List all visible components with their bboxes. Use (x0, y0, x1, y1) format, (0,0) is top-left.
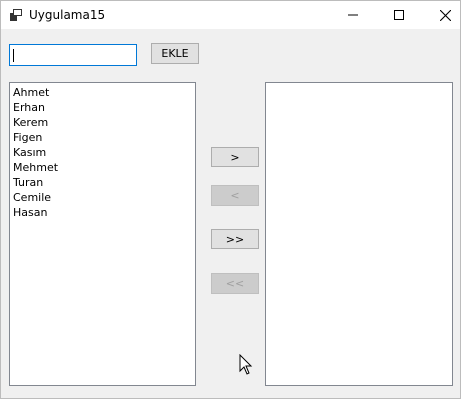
move-left-button[interactable]: < (211, 185, 259, 206)
list-item[interactable]: Ahmet (13, 85, 192, 100)
list-item[interactable]: Hasan (13, 205, 192, 220)
move-all-left-button[interactable]: << (211, 273, 259, 294)
close-button[interactable] (422, 1, 461, 29)
name-input[interactable] (9, 44, 137, 66)
right-listbox[interactable] (265, 82, 453, 386)
move-right-button[interactable]: > (211, 147, 259, 167)
list-item[interactable]: Cemile (13, 190, 192, 205)
list-item[interactable]: Figen (13, 130, 192, 145)
list-item[interactable]: Kasım (13, 145, 192, 160)
text-caret (13, 49, 14, 62)
mouse-pointer-icon (239, 354, 253, 375)
left-listbox[interactable]: Ahmet Erhan Kerem Figen Kasım Mehmet Tur… (9, 82, 196, 386)
app-window: Uygulama15 EKLE Ahmet Erhan Kerem Figen … (0, 0, 461, 399)
maximize-icon (394, 10, 404, 20)
close-icon (439, 9, 451, 21)
move-all-right-button[interactable]: >> (211, 229, 259, 249)
title-bar[interactable]: Uygulama15 (1, 1, 460, 29)
list-item[interactable]: Erhan (13, 100, 192, 115)
add-button[interactable]: EKLE (151, 43, 199, 64)
list-item[interactable]: Kerem (13, 115, 192, 130)
maximize-button[interactable] (376, 1, 422, 29)
list-item[interactable]: Turan (13, 175, 192, 190)
window-title: Uygulama15 (29, 8, 106, 22)
minimize-icon (348, 14, 358, 16)
app-icon (10, 9, 22, 21)
minimize-button[interactable] (330, 1, 376, 29)
list-item[interactable]: Mehmet (13, 160, 192, 175)
